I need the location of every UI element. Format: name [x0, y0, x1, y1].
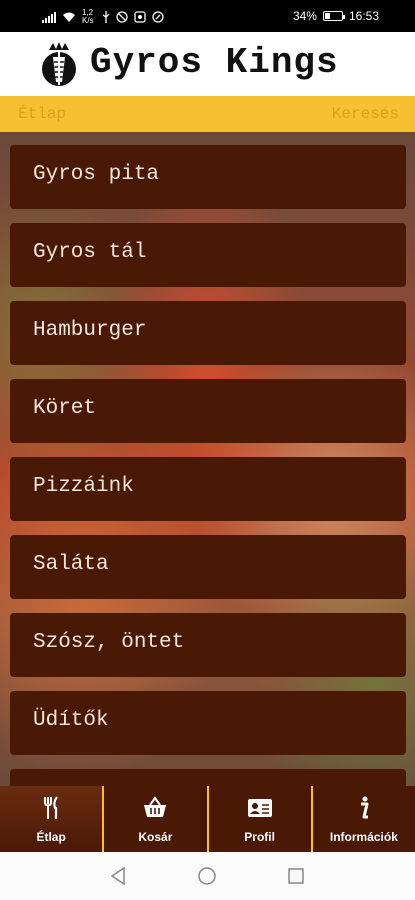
- menu-category-label: Pizzáink: [33, 475, 134, 498]
- signal-icon: [42, 11, 56, 23]
- battery-icon: [322, 11, 345, 21]
- recents-icon[interactable]: [287, 866, 305, 886]
- menu-category-label: Köret: [33, 397, 97, 420]
- tab-etlap[interactable]: Étlap: [0, 786, 103, 852]
- back-icon[interactable]: [109, 866, 127, 886]
- tab-label: Információk: [329, 830, 398, 844]
- usb-icon: [102, 11, 110, 23]
- menu-category-gyros-tal[interactable]: Gyros tál: [10, 223, 406, 287]
- status-right: 34% 16:53: [293, 9, 379, 23]
- menu-category-label: Gyros tál: [33, 241, 147, 264]
- menu-category-gyros-pita[interactable]: Gyros pita: [10, 145, 406, 209]
- tab-informaciok[interactable]: Információk: [310, 786, 415, 852]
- menu-category-label: Gyros pita: [33, 163, 160, 186]
- tab-kosar[interactable]: Kosár: [102, 786, 206, 852]
- notification-icon: [134, 11, 146, 23]
- menu-category-uditok[interactable]: Üdítők: [10, 691, 406, 755]
- clock: 16:53: [348, 9, 379, 23]
- fork-knife-icon: [44, 796, 59, 819]
- menu-section-label: Étlap: [18, 105, 67, 123]
- menu-category-hamburger[interactable]: Hamburger: [10, 301, 406, 365]
- basket-icon: [144, 796, 167, 817]
- menu-category-label: Saláta: [33, 553, 109, 576]
- tab-label: Étlap: [36, 830, 66, 844]
- menu-category-salata[interactable]: Saláta: [10, 535, 406, 599]
- id-card-icon: [247, 799, 272, 817]
- menu-category-list: Gyros pita Gyros tál Hamburger Köret Piz…: [0, 132, 415, 786]
- menu-category-label: Szósz, öntet: [33, 631, 185, 654]
- battery-percent: 34%: [292, 9, 317, 23]
- search-link[interactable]: Keresés: [332, 105, 399, 123]
- menu-category-label: Hamburger: [33, 319, 147, 342]
- menu-category-pizzaink[interactable]: Pizzáink: [10, 457, 406, 521]
- tab-profil[interactable]: Profil: [206, 786, 311, 852]
- menu-category-partial[interactable]: [10, 769, 406, 786]
- tab-label: Kosár: [138, 830, 173, 844]
- blocked-icon: [116, 11, 128, 23]
- home-icon[interactable]: [197, 866, 217, 886]
- menu-category-koret[interactable]: Köret: [10, 379, 406, 443]
- system-nav-bar: [0, 852, 415, 900]
- status-left-icons: 1,2 K/s: [42, 9, 164, 25]
- info-icon: [360, 796, 369, 819]
- sync-icon: [152, 11, 164, 23]
- app-header: Gyros Kings: [0, 32, 415, 96]
- tab-label: Profil: [244, 830, 275, 844]
- menu-category-szosz-ontet[interactable]: Szósz, öntet: [10, 613, 406, 677]
- bottom-tab-bar: Étlap Kosár Profil Információk: [0, 786, 415, 852]
- sub-nav-bar: Étlap Keresés: [0, 96, 415, 132]
- gyros-kings-logo-icon: [42, 42, 76, 86]
- status-bar: 1,2 K/s 34% 16:53: [0, 0, 415, 32]
- app-title: Gyros Kings: [90, 42, 339, 83]
- net-speed: 1,2 K/s: [82, 8, 94, 25]
- menu-category-label: Üdítők: [33, 709, 109, 732]
- wifi-icon: [63, 12, 75, 22]
